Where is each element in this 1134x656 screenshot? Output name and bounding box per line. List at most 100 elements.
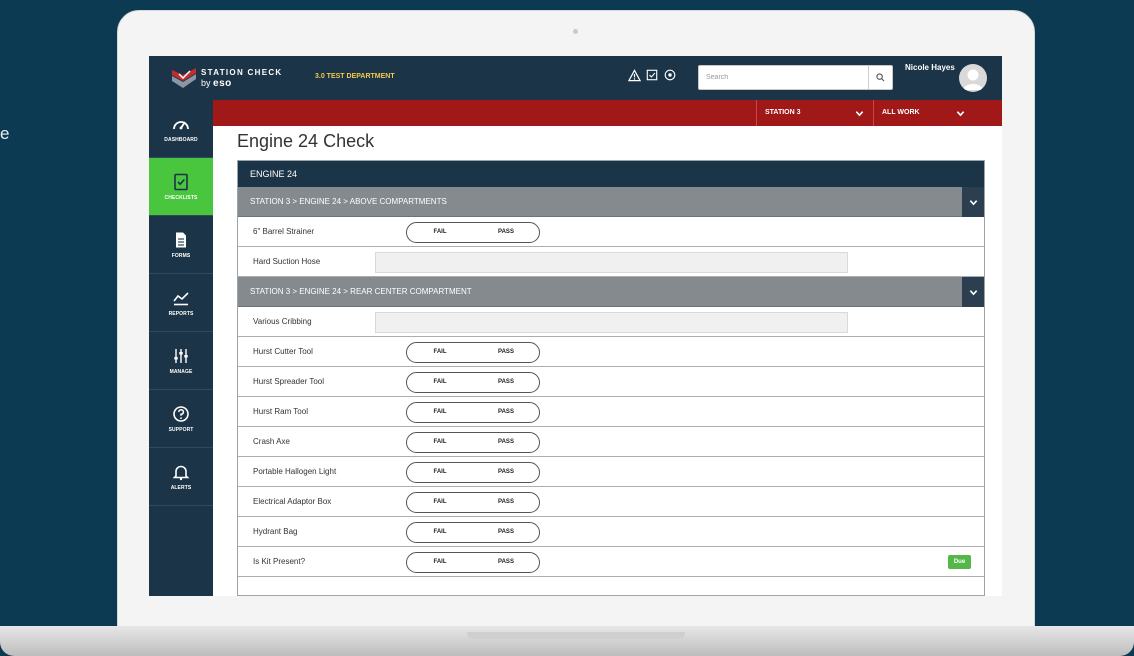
section-collapse-button[interactable] xyxy=(962,187,984,217)
app-screen: STATION CHECK by eso 3.0 TEST DEPARTMENT… xyxy=(149,56,1002,596)
fail-pass-toggle: FAIL PASS xyxy=(406,492,540,513)
item-label: Hurst Spreader Tool xyxy=(253,377,324,386)
pass-button[interactable]: PASS xyxy=(473,553,539,572)
fail-button[interactable]: FAIL xyxy=(407,373,473,392)
sidebar-label: SUPPORT xyxy=(168,426,194,433)
checklist-row: Crash Axe FAIL PASS xyxy=(238,427,984,457)
chevron-down-icon xyxy=(956,100,965,128)
user-name[interactable]: Nicole Hayes xyxy=(905,63,955,73)
sidebar-label: MANAGE xyxy=(169,368,193,375)
work-dropdown-value: ALL WORK xyxy=(882,109,920,116)
fail-button[interactable]: FAIL xyxy=(407,433,473,452)
item-label: Is Kit Present? xyxy=(253,557,306,566)
checklist-row: Hard Suction Hose xyxy=(238,247,984,277)
fail-button[interactable]: FAIL xyxy=(407,223,473,242)
pass-button[interactable]: PASS xyxy=(473,223,539,242)
search-button[interactable] xyxy=(868,66,892,89)
warning-icon[interactable] xyxy=(627,69,641,83)
logo-byline: by eso xyxy=(201,78,232,89)
checklist-row: Portable Hallogen Light FAIL PASS xyxy=(238,457,984,487)
sidebar-label: CHECKLISTS xyxy=(164,194,198,201)
item-text-field[interactable] xyxy=(375,312,848,333)
sidebar-item-support[interactable]: SUPPORT xyxy=(149,390,213,448)
checklist-row: 6" Barrel Strainer FAIL PASS xyxy=(238,217,984,247)
pass-button[interactable]: PASS xyxy=(473,343,539,362)
fail-pass-toggle: FAIL PASS xyxy=(406,522,540,543)
item-label: Portable Hallogen Light xyxy=(253,467,337,476)
work-dropdown[interactable]: ALL WORK xyxy=(873,100,974,126)
pass-button[interactable]: PASS xyxy=(473,403,539,422)
checklist-header: ENGINE 24 xyxy=(238,161,984,187)
sidebar-item-dashboard[interactable]: DASHBOARD xyxy=(149,100,213,158)
chart-icon xyxy=(173,291,189,305)
station-dropdown-value: STATION 3 xyxy=(765,109,801,116)
top-bar: STATION CHECK by eso 3.0 TEST DEPARTMENT… xyxy=(149,56,1002,100)
info-icon[interactable] xyxy=(663,69,677,83)
fail-button[interactable]: FAIL xyxy=(407,523,473,542)
logo-by-text: by xyxy=(201,78,211,88)
checklist-icon xyxy=(174,173,188,190)
checklist-row: Is Kit Present? FAIL PASS Due xyxy=(238,547,984,577)
sidebar-label: REPORTS xyxy=(168,310,194,317)
pass-button[interactable]: PASS xyxy=(473,463,539,482)
logo-brand: eso xyxy=(213,78,232,89)
fail-pass-toggle: FAIL PASS xyxy=(406,372,540,393)
item-label: Hard Suction Hose xyxy=(253,257,321,266)
item-label: Various Cribbing xyxy=(253,317,312,326)
item-label: Electrical Adaptor Box xyxy=(253,497,332,506)
due-badge: Due xyxy=(948,555,971,569)
item-label: Hurst Ram Tool xyxy=(253,407,308,416)
fail-pass-toggle: FAIL PASS xyxy=(406,342,540,363)
laptop-camera xyxy=(573,29,578,34)
fail-button[interactable]: FAIL xyxy=(407,343,473,362)
laptop-base xyxy=(0,626,1134,656)
sliders-icon xyxy=(174,348,188,363)
checklist-row: Hurst Spreader Tool FAIL PASS xyxy=(238,367,984,397)
filter-bar: STATION 3 ALL WORK xyxy=(213,100,1002,126)
sidebar-item-forms[interactable]: FORMS xyxy=(149,216,213,274)
sidebar-label: ALERTS xyxy=(170,484,192,491)
sidebar-item-reports[interactable]: REPORTS xyxy=(149,274,213,332)
search-input[interactable] xyxy=(699,66,864,89)
item-text-field[interactable] xyxy=(375,252,848,273)
item-label: Hydrant Bag xyxy=(253,527,298,536)
avatar[interactable] xyxy=(959,64,987,92)
help-icon xyxy=(173,405,189,422)
bell-icon xyxy=(172,465,190,480)
sidebar: DASHBOARD CHECKLISTS FORMS REPORTS MANAG… xyxy=(149,100,213,596)
section-header[interactable]: STATION 3 > ENGINE 24 > ABOVE COMPARTMEN… xyxy=(238,187,984,217)
fail-button[interactable]: FAIL xyxy=(407,493,473,512)
pass-button[interactable]: PASS xyxy=(473,433,539,452)
logo-title: STATION CHECK xyxy=(201,68,283,77)
pass-button[interactable]: PASS xyxy=(473,493,539,512)
fail-pass-toggle: FAIL PASS xyxy=(406,222,540,243)
search-box xyxy=(698,65,893,90)
sidebar-label: DASHBOARD xyxy=(164,136,198,143)
station-dropdown[interactable]: STATION 3 xyxy=(756,100,873,126)
chevron-down-icon xyxy=(969,199,977,205)
fail-button[interactable]: FAIL xyxy=(407,463,473,482)
checklist-panel: ENGINE 24 STATION 3 > ENGINE 24 > ABOVE … xyxy=(237,160,985,596)
checklist-row: Various Cribbing xyxy=(238,307,984,337)
checklist-row: Electrical Adaptor Box FAIL PASS xyxy=(238,487,984,517)
sidebar-item-alerts[interactable]: ALERTS xyxy=(149,448,213,506)
section-header[interactable]: STATION 3 > ENGINE 24 > REAR CENTER COMP… xyxy=(238,277,984,307)
sidebar-item-checklists[interactable]: CHECKLISTS xyxy=(149,158,213,216)
section-title: STATION 3 > ENGINE 24 > ABOVE COMPARTMEN… xyxy=(250,197,447,206)
fail-button[interactable]: FAIL xyxy=(407,403,473,422)
gauge-icon xyxy=(173,120,189,129)
fail-pass-toggle: FAIL PASS xyxy=(406,402,540,423)
sidebar-item-manage[interactable]: MANAGE xyxy=(149,332,213,390)
checklist-row: Hurst Cutter Tool FAIL PASS xyxy=(238,337,984,367)
user-avatar-icon xyxy=(963,69,983,90)
item-label: Crash Axe xyxy=(253,437,290,446)
fail-button[interactable]: FAIL xyxy=(407,553,473,572)
pass-button[interactable]: PASS xyxy=(473,373,539,392)
fail-pass-toggle: FAIL PASS xyxy=(406,552,540,573)
chevron-down-icon xyxy=(855,100,864,128)
section-collapse-button[interactable] xyxy=(962,277,984,307)
search-icon xyxy=(876,73,885,82)
pass-button[interactable]: PASS xyxy=(473,523,539,542)
checkbox-icon[interactable] xyxy=(645,69,659,83)
department-name[interactable]: 3.0 TEST DEPARTMENT xyxy=(315,73,395,80)
